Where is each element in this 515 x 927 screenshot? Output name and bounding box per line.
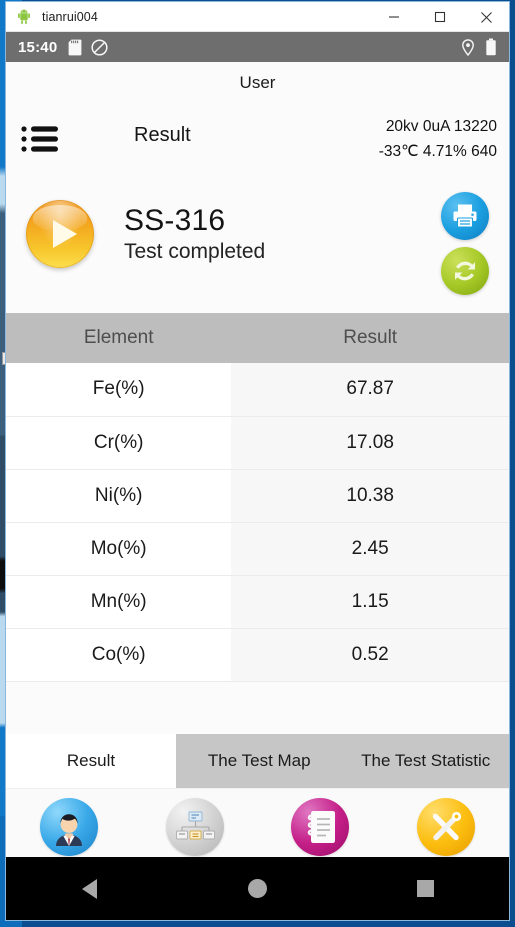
cell-element: Mn(%) bbox=[6, 575, 232, 629]
cell-result: 1.15 bbox=[231, 575, 509, 629]
device-stat-line-1: 20kv 0uA 13220 bbox=[385, 118, 497, 135]
section-label: Result bbox=[134, 124, 191, 146]
android-status-bar: 15:40 bbox=[6, 32, 509, 62]
sample-status: Test completed bbox=[124, 239, 266, 263]
table-row[interactable]: Ni(%) 10.38 bbox=[6, 469, 509, 523]
cell-result: 17.08 bbox=[231, 416, 509, 470]
column-header-element: Element bbox=[6, 313, 232, 363]
table-row[interactable]: Co(%) 0.52 bbox=[6, 628, 509, 682]
device-status-readout: 20kv 0uA 13220 -33℃ 4.71% 640 bbox=[379, 114, 497, 164]
sd-card-icon bbox=[68, 39, 82, 56]
column-header-result: Result bbox=[231, 313, 509, 363]
app-header: User Result 20kv 0uA 13220 -33℃ 4.71% 64… bbox=[6, 62, 509, 186]
device-stat-line-2: -33℃ 4.71% 640 bbox=[378, 143, 497, 161]
location-pin-icon bbox=[461, 38, 475, 56]
bottom-navigation: User bbox=[6, 788, 509, 857]
app-content: User Result 20kv 0uA 13220 -33℃ 4.71% 64… bbox=[6, 62, 509, 857]
tab-test-statistic[interactable]: The Test Statistic bbox=[342, 734, 509, 788]
sample-info-row: SS-316 Test completed bbox=[6, 186, 509, 313]
window-titlebar: tianrui004 bbox=[6, 2, 509, 32]
minimize-button[interactable] bbox=[371, 2, 417, 32]
flowchart-icon bbox=[165, 798, 224, 856]
cell-element: Cr(%) bbox=[6, 416, 232, 470]
cell-element: Mo(%) bbox=[6, 522, 232, 576]
tab-test-map[interactable]: The Test Map bbox=[176, 734, 343, 788]
user-avatar-icon bbox=[39, 798, 98, 856]
tab-result[interactable]: Result bbox=[6, 734, 176, 788]
nav-item-operating[interactable]: Operating bbox=[258, 789, 384, 857]
cell-result: 0.52 bbox=[231, 628, 509, 682]
table-header-row: Element Result bbox=[6, 313, 509, 363]
sample-text-block: SS-316 Test completed bbox=[124, 204, 265, 264]
play-button-icon[interactable] bbox=[26, 200, 94, 268]
android-navigation-bar bbox=[6, 857, 509, 920]
cell-result: 10.38 bbox=[231, 469, 509, 523]
table-body: Fe(%) 67.87 Cr(%) 17.08 Ni(%) 10.38 Mo(%… bbox=[6, 363, 509, 682]
list-menu-icon[interactable] bbox=[18, 124, 62, 154]
table-row[interactable]: Fe(%) 67.87 bbox=[6, 363, 509, 417]
back-triangle-icon[interactable] bbox=[6, 878, 174, 899]
recents-square-icon[interactable] bbox=[341, 880, 509, 897]
page-title: User bbox=[239, 73, 276, 92]
refresh-recycle-icon[interactable] bbox=[441, 247, 489, 295]
printer-icon[interactable] bbox=[441, 192, 489, 240]
nav-item-settings[interactable]: Settings bbox=[383, 789, 509, 857]
cell-element: Co(%) bbox=[6, 628, 232, 682]
tools-icon bbox=[417, 798, 476, 856]
close-button[interactable] bbox=[463, 2, 509, 32]
clipboard-icon bbox=[291, 798, 350, 856]
status-right-icons bbox=[461, 38, 497, 56]
do-not-disturb-icon bbox=[91, 38, 108, 56]
results-table: Element Result Fe(%) 67.87 Cr(%) 17.08 N… bbox=[6, 313, 509, 682]
window-controls bbox=[371, 2, 509, 32]
sample-action-icons bbox=[441, 192, 489, 295]
table-row[interactable]: Cr(%) 17.08 bbox=[6, 416, 509, 470]
table-row[interactable]: Mo(%) 2.45 bbox=[6, 522, 509, 576]
nav-item-user[interactable]: User bbox=[6, 789, 132, 857]
home-circle-icon[interactable] bbox=[174, 879, 342, 898]
table-row[interactable]: Mn(%) 1.15 bbox=[6, 575, 509, 629]
cell-result: 2.45 bbox=[231, 522, 509, 576]
window-title: tianrui004 bbox=[42, 9, 98, 24]
status-time: 15:40 bbox=[18, 38, 58, 56]
nav-item-result[interactable]: Result bbox=[132, 789, 258, 857]
cell-element: Ni(%) bbox=[6, 469, 232, 523]
status-left-icons bbox=[68, 38, 108, 56]
table-header: Element Result bbox=[6, 313, 509, 363]
cell-result: 67.87 bbox=[231, 363, 509, 417]
emulator-window: tianrui004 15:40 User Result 20kv 0uA 13… bbox=[6, 2, 509, 920]
android-icon bbox=[16, 9, 32, 25]
cell-element: Fe(%) bbox=[6, 363, 232, 417]
maximize-button[interactable] bbox=[417, 2, 463, 32]
battery-icon bbox=[485, 38, 497, 56]
section-tab-bar: Result The Test Map The Test Statistic bbox=[6, 734, 509, 788]
sample-name: SS-316 bbox=[124, 204, 226, 237]
